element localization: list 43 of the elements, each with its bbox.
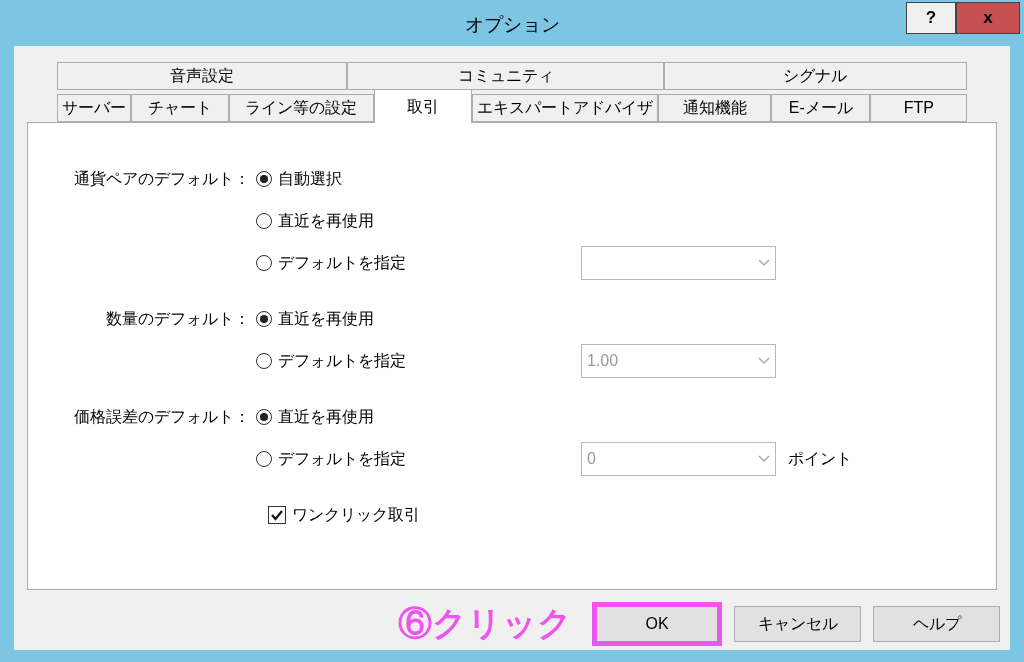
unit-label: ポイント [788, 449, 852, 469]
tab[interactable]: FTP [870, 94, 967, 122]
radio-label: デフォルトを指定 [278, 351, 406, 371]
dialog-button[interactable]: ヘルプ [873, 605, 1000, 642]
tab[interactable]: シグナル [664, 62, 967, 90]
tab[interactable]: 音声設定 [57, 62, 348, 90]
radio-label: デフォルトを指定 [278, 449, 406, 469]
chevron-down-icon [758, 357, 770, 365]
group-label: 数量のデフォルト： [105, 309, 251, 329]
help-button[interactable]: ? [906, 2, 956, 34]
radio-label: デフォルトを指定 [278, 253, 406, 273]
radio-button[interactable] [256, 255, 272, 271]
dialog-button[interactable]: OK [592, 601, 722, 646]
radio-button[interactable] [256, 171, 272, 187]
tab[interactable]: 通知機能 [658, 94, 772, 122]
tab[interactable]: チャート [131, 94, 229, 122]
tab[interactable]: サーバー [57, 94, 132, 122]
window-title: オプション [464, 12, 560, 37]
dropdown-value: 1.00 [587, 351, 619, 371]
radio-label: 直近を再使用 [278, 407, 374, 427]
radio-button[interactable] [256, 451, 272, 467]
radio-button[interactable] [256, 409, 272, 425]
tab[interactable]: コミュニティ [347, 62, 664, 90]
checkbox-label: ワンクリック取引 [292, 505, 420, 525]
radio-label: 直近を再使用 [278, 309, 374, 329]
dialog-button[interactable]: キャンセル [734, 605, 861, 642]
annotation-text: ⑥クリック [398, 603, 572, 644]
close-button[interactable]: x [956, 2, 1020, 34]
tab[interactable]: エキスパートアドバイザ [471, 94, 659, 122]
radio-button[interactable] [256, 213, 272, 229]
radio-label: 直近を再使用 [278, 211, 374, 231]
tab[interactable]: E-メール [771, 94, 871, 122]
radio-button[interactable] [256, 353, 272, 369]
radio-label: 自動選択 [278, 169, 342, 189]
group-label: 価格誤差のデフォルト： [73, 407, 251, 427]
chevron-down-icon [758, 259, 770, 267]
dropdown-value: 0 [587, 449, 596, 469]
tab[interactable]: ライン等の設定 [228, 94, 374, 122]
tab[interactable]: 取引 [373, 89, 472, 123]
checkbox[interactable] [268, 506, 286, 524]
radio-button[interactable] [256, 311, 272, 327]
group-label: 通貨ペアのデフォルト： [73, 169, 251, 189]
chevron-down-icon [758, 455, 770, 463]
